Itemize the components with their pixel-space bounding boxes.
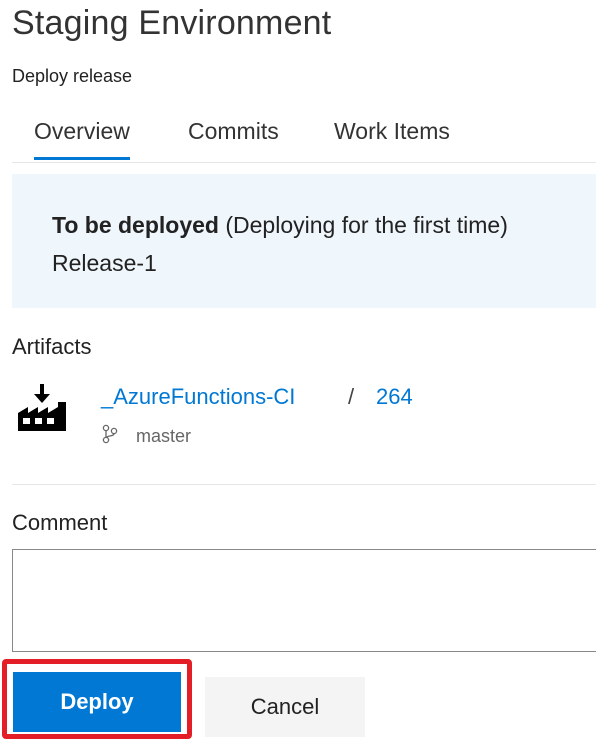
branch-icon xyxy=(102,424,118,444)
cancel-button[interactable]: Cancel xyxy=(205,677,365,737)
page-subtitle: Deploy release xyxy=(12,66,133,86)
tab-overview[interactable]: Overview xyxy=(34,118,130,160)
comment-label: Comment xyxy=(12,510,108,535)
deploy-release-panel: Staging Environment Deploy release Overv… xyxy=(0,0,596,749)
release-name: Release-1 xyxy=(52,250,157,276)
deployment-status-label: To be deployed xyxy=(52,212,219,238)
page-title: Staging Environment xyxy=(12,4,332,42)
build-pipeline-icon xyxy=(18,384,66,431)
deployment-status: To be deployed (Deploying for the first … xyxy=(52,212,508,239)
comment-input[interactable] xyxy=(12,549,596,652)
deploy-button[interactable]: Deploy xyxy=(13,672,181,732)
tab-commits[interactable]: Commits xyxy=(188,118,279,160)
artifact-build-link[interactable]: 264 xyxy=(376,384,413,410)
artifact-separator: / xyxy=(348,384,355,409)
deployment-info-box: To be deployed (Deploying for the first … xyxy=(12,174,596,308)
tabs-divider xyxy=(12,162,596,163)
artifacts-label: Artifacts xyxy=(12,334,92,359)
artifact-name-link[interactable]: _AzureFunctions-CI xyxy=(101,384,295,410)
tab-work-items[interactable]: Work Items xyxy=(334,118,450,160)
artifact-branch: master xyxy=(136,426,192,446)
tab-bar: Overview Commits Work Items xyxy=(34,118,594,160)
section-divider xyxy=(12,484,596,485)
deployment-status-note: (Deploying for the first time) xyxy=(225,212,508,238)
